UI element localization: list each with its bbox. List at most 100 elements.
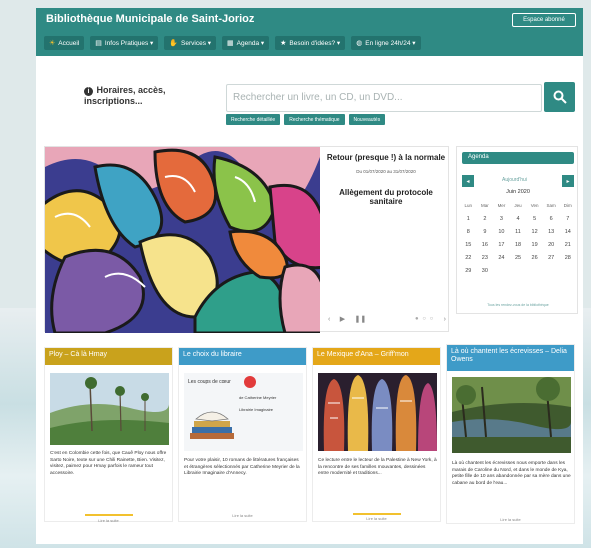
site-title[interactable]: Bibliothèque Municipale de Saint-Jorioz — [46, 13, 254, 25]
globe-icon: ◍ — [356, 40, 363, 47]
nav-item-home[interactable]: ☀ Accueil — [44, 36, 85, 50]
account-button[interactable]: Espace abonné — [512, 13, 576, 27]
calendar-day[interactable]: 15 — [460, 242, 477, 248]
calendar-day[interactable]: 8 — [460, 229, 477, 235]
calendar-day[interactable]: 21 — [559, 242, 576, 248]
nav-item-online[interactable]: ◍ En ligne 24h/24 ▾ — [351, 36, 421, 50]
calendar-today-link[interactable]: Aujourd'hui — [502, 177, 527, 183]
card-title[interactable]: Là où chantent les écrevisses – Delia Ow… — [447, 345, 574, 371]
new-arrivals-button[interactable]: Nouveautés — [348, 114, 386, 125]
thematic-search-button[interactable]: Recherche thématique — [284, 114, 345, 125]
search-input[interactable]: Rechercher un livre, un CD, un DVD... — [226, 84, 542, 112]
carousel-play-button[interactable]: ▶ — [340, 315, 345, 323]
calendar-next-button[interactable]: ▸ — [562, 175, 574, 187]
calendar-day[interactable]: 24 — [493, 255, 510, 261]
card-title[interactable]: Le Mexique d'Ana – Griff'mon — [313, 348, 440, 365]
calendar-week: 15 16 17 18 19 20 21 — [460, 238, 576, 251]
card-image-books[interactable]: Les coups de cœur de Catherine Meyrier L… — [184, 373, 303, 451]
weekday: Sam — [546, 203, 556, 208]
card-ploy[interactable]: Ploy – Cà là Hmay C'est en Colombie cett… — [44, 347, 173, 523]
card-read-more[interactable]: Lire la suite — [313, 516, 440, 521]
nav-item-agenda[interactable]: ▦ Agenda ▾ — [222, 36, 270, 50]
card-libraire[interactable]: Le choix du libraire Les coups de cœur d… — [178, 347, 307, 522]
calendar-day[interactable]: 19 — [526, 242, 543, 248]
books-icon — [190, 411, 234, 439]
calendar-day[interactable]: 3 — [493, 216, 510, 222]
calendar-day[interactable]: 27 — [543, 255, 560, 261]
calendar-day[interactable]: 25 — [510, 255, 527, 261]
calendar-day[interactable]: 7 — [559, 216, 576, 222]
calendar-day[interactable]: 16 — [477, 242, 494, 248]
nav-item-label: Agenda ▾ — [236, 40, 265, 47]
sun-icon: ☀ — [49, 40, 56, 47]
hands-icon: ✋ — [169, 40, 179, 47]
banner-subtitle: de Catherine Meyrier — [239, 395, 277, 400]
card-read-more[interactable]: Lire la suite — [447, 517, 574, 522]
calendar-day[interactable]: 6 — [543, 216, 560, 222]
calendar-day[interactable]: 30 — [477, 268, 494, 274]
agenda-all-events-link[interactable]: Tous les rendez-vous de la bibliothèque — [462, 303, 574, 307]
hours-info-link[interactable]: i Horaires, accès, inscriptions... — [84, 85, 184, 106]
weekday: Lun — [464, 203, 473, 208]
nav-item-services[interactable]: ✋ Services ▾ — [164, 36, 217, 50]
calendar-day[interactable]: 22 — [460, 255, 477, 261]
calendar-icon: ▦ — [227, 40, 234, 47]
nav-item-ideas[interactable]: ★ Besoin d'idées? ▾ — [275, 36, 346, 50]
site-header: Bibliothèque Municipale de Saint-Jorioz … — [36, 8, 583, 56]
carousel-prev-button[interactable]: ‹ — [328, 316, 330, 323]
star-icon: ★ — [280, 40, 287, 47]
slide-subtitle: Allègement du protocole sanitaire — [339, 188, 433, 206]
calendar-day[interactable]: 17 — [493, 242, 510, 248]
card-title[interactable]: Ploy – Cà là Hmay — [45, 348, 172, 365]
calendar-day[interactable]: 4 — [510, 216, 527, 222]
page-frame: Bibliothèque Municipale de Saint-Jorioz … — [36, 8, 583, 544]
calendar-day[interactable]: 2 — [477, 216, 494, 222]
calendar-day[interactable]: 5 — [526, 216, 543, 222]
nav-item-infos[interactable]: ▤ Infos Pratiques ▾ — [90, 36, 159, 50]
banner-title: Les coups de cœur — [188, 379, 231, 385]
calendar-day[interactable]: 14 — [559, 229, 576, 235]
carousel-pause-button[interactable]: ❚❚ — [355, 315, 367, 323]
calendar-week: 1 2 3 4 5 6 7 — [460, 212, 576, 225]
card-title[interactable]: Le choix du libraire — [179, 348, 306, 365]
calendar-day[interactable]: 10 — [493, 229, 510, 235]
calendar-day[interactable]: 9 — [477, 229, 494, 235]
slide-image[interactable] — [45, 147, 320, 333]
calendar-day[interactable]: 28 — [559, 255, 576, 261]
carousel-controls: ‹ ▶ ❚❚ ● ○ ○ › — [328, 315, 446, 324]
search-options: Recherche détaillée Recherche thématique… — [226, 114, 386, 125]
calendar-day[interactable]: 18 — [510, 242, 527, 248]
calendar-day[interactable]: 20 — [543, 242, 560, 248]
slide-caption: Retour (presque !) à la normale Du 01/07… — [326, 153, 446, 206]
agenda-widget: Agenda ◂ Aujourd'hui ▸ Juin 2020 Lun Mar… — [456, 146, 578, 314]
news-carousel[interactable]: Retour (presque !) à la normale Du 01/07… — [44, 146, 449, 333]
card-ecrevisses[interactable]: Là où chantent les écrevisses – Delia Ow… — [446, 344, 575, 524]
nav-item-label: Infos Pratiques ▾ — [104, 40, 154, 47]
card-image-marsh[interactable] — [452, 377, 571, 453]
calendar-day[interactable]: 26 — [526, 255, 543, 261]
card-read-more[interactable]: Lire la suite — [179, 513, 306, 518]
card-image-surfboards[interactable] — [318, 373, 437, 451]
carousel-next-button[interactable]: › — [444, 316, 446, 323]
calendar-prev-button[interactable]: ◂ — [462, 175, 474, 187]
calendar-week: 8 9 10 11 12 13 14 — [460, 225, 576, 238]
card-text: Ce lecture entre le lecteur de la Palest… — [318, 458, 437, 476]
calendar-day[interactable]: 29 — [460, 268, 477, 274]
weekday: Mar — [480, 203, 489, 208]
search-button[interactable] — [544, 82, 575, 112]
calendar-day[interactable]: 13 — [543, 229, 560, 235]
calendar-day[interactable]: 1 — [460, 216, 477, 222]
calendar-weekdays: Lun Mar Mer Jeu Ven Sam Dim — [460, 199, 576, 212]
weekday: Jeu — [514, 203, 522, 208]
slide-title[interactable]: Retour (presque !) à la normale — [326, 153, 446, 162]
card-divider — [85, 514, 133, 516]
calendar-day[interactable]: 23 — [477, 255, 494, 261]
calendar-day[interactable]: 12 — [526, 229, 543, 235]
carousel-dots[interactable]: ● ○ ○ — [415, 316, 434, 322]
card-image-landscape[interactable] — [50, 373, 169, 445]
card-mexique[interactable]: Le Mexique d'Ana – Griff'mon Ce lecture … — [312, 347, 441, 522]
advanced-search-button[interactable]: Recherche détaillée — [226, 114, 281, 125]
hours-info-label: Horaires, accès, inscriptions... — [84, 85, 166, 106]
calendar-day[interactable]: 11 — [510, 229, 527, 235]
card-read-more[interactable]: Lire la suite — [45, 518, 172, 523]
